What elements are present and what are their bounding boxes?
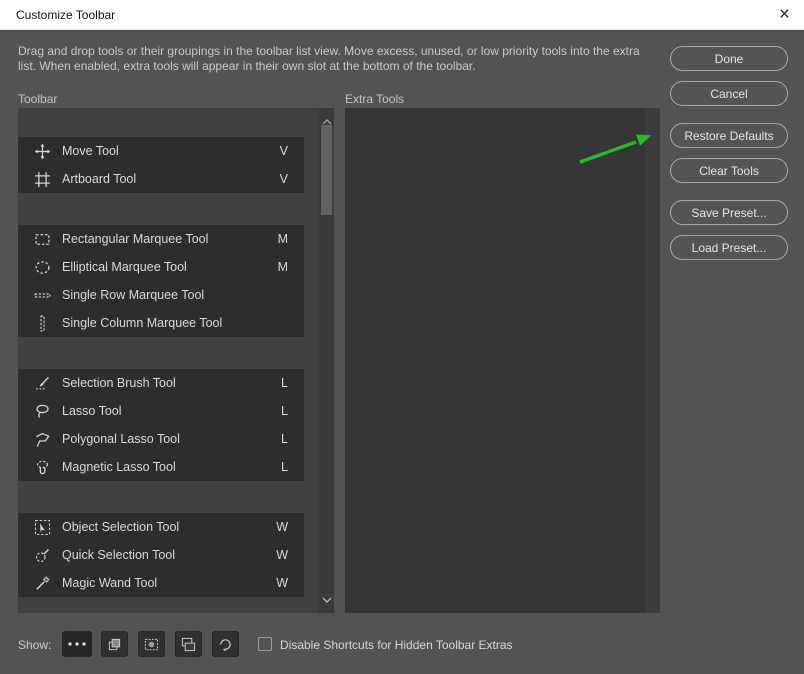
tool-group-move: Move Tool V Artboard Tool V bbox=[18, 137, 304, 193]
extra-tools-panel[interactable] bbox=[345, 108, 660, 613]
tool-row-polygonal-lasso[interactable]: Polygonal Lasso Tool L bbox=[18, 425, 304, 453]
scrollbar-thumb[interactable] bbox=[321, 125, 332, 215]
tool-group-selection: Object Selection Tool W Quick Selection … bbox=[18, 513, 304, 597]
tool-shortcut: M bbox=[277, 260, 288, 274]
clear-tools-button[interactable]: Clear Tools bbox=[670, 158, 788, 183]
extra-tools-scrollbar[interactable] bbox=[645, 108, 660, 613]
tool-row-single-column-marquee[interactable]: Single Column Marquee Tool bbox=[18, 309, 304, 337]
quick-mask-button[interactable] bbox=[138, 631, 165, 657]
color-swatches-button[interactable] bbox=[101, 631, 128, 657]
tool-shortcut: W bbox=[276, 520, 288, 534]
tool-label: Single Row Marquee Tool bbox=[62, 288, 205, 302]
object-selection-icon bbox=[34, 519, 51, 536]
screen-mode-button[interactable] bbox=[175, 631, 202, 657]
rotate-view-icon bbox=[220, 638, 231, 651]
tool-row-rectangular-marquee[interactable]: Rectangular Marquee Tool M bbox=[18, 225, 304, 253]
tool-label: Move Tool bbox=[62, 144, 119, 158]
save-preset-button[interactable]: Save Preset... bbox=[670, 200, 788, 225]
tool-label: Magnetic Lasso Tool bbox=[62, 460, 176, 474]
extra-tools-slot-button[interactable] bbox=[62, 631, 92, 657]
tool-row-magic-wand[interactable]: Magic Wand Tool W bbox=[18, 569, 304, 597]
tool-shortcut: M bbox=[277, 232, 288, 246]
toolbar-list-panel[interactable]: Move Tool V Artboard Tool V Rectangular … bbox=[18, 108, 334, 613]
rectangular-marquee-icon bbox=[34, 231, 51, 248]
polygonal-lasso-icon bbox=[34, 431, 51, 448]
extra-tools-panel-label: Extra Tools bbox=[345, 92, 405, 106]
artboard-tool-icon bbox=[34, 171, 51, 188]
tool-label: Quick Selection Tool bbox=[62, 548, 176, 562]
tool-label: Polygonal Lasso Tool bbox=[62, 432, 180, 446]
tool-shortcut: V bbox=[279, 144, 288, 158]
window-title: Customize Toolbar bbox=[16, 7, 116, 22]
tool-shortcut: W bbox=[276, 576, 288, 590]
tool-group-lasso: Selection Brush Tool L Lasso Tool L Poly… bbox=[18, 369, 304, 481]
rotate-view-button[interactable] bbox=[212, 631, 239, 657]
magnetic-lasso-icon bbox=[34, 459, 51, 476]
single-row-marquee-icon bbox=[34, 287, 51, 304]
tool-row-lasso[interactable]: Lasso Tool L bbox=[18, 397, 304, 425]
tool-label: Single Column Marquee Tool bbox=[62, 316, 223, 330]
toolbar-scrollbar[interactable] bbox=[319, 108, 334, 613]
elliptical-marquee-icon bbox=[34, 259, 51, 276]
scroll-down-icon[interactable] bbox=[321, 590, 332, 608]
done-button[interactable]: Done bbox=[670, 46, 788, 71]
toolbar-panel-label: Toolbar bbox=[18, 92, 58, 106]
tool-label: Object Selection Tool bbox=[62, 520, 180, 534]
tool-label: Rectangular Marquee Tool bbox=[62, 232, 209, 246]
tool-row-object-selection[interactable]: Object Selection Tool W bbox=[18, 513, 304, 541]
disable-shortcuts-checkbox[interactable] bbox=[258, 637, 272, 651]
dialog-description: Drag and drop tools or their groupings i… bbox=[18, 44, 640, 73]
lasso-icon bbox=[34, 403, 51, 420]
tool-row-single-row-marquee[interactable]: Single Row Marquee Tool bbox=[18, 281, 304, 309]
color-swatches-icon bbox=[108, 638, 121, 650]
tool-label: Artboard Tool bbox=[62, 172, 137, 186]
tool-shortcut: L bbox=[281, 404, 288, 418]
magic-wand-icon bbox=[34, 575, 51, 592]
close-icon[interactable]: × bbox=[779, 5, 790, 24]
ellipsis-icon bbox=[68, 642, 86, 646]
quick-mask-icon bbox=[144, 638, 159, 650]
tool-shortcut: V bbox=[279, 172, 288, 186]
tool-row-selection-brush[interactable]: Selection Brush Tool L bbox=[18, 369, 304, 397]
tool-label: Elliptical Marquee Tool bbox=[62, 260, 187, 274]
tool-row-elliptical-marquee[interactable]: Elliptical Marquee Tool M bbox=[18, 253, 304, 281]
tool-row-magnetic-lasso[interactable]: Magnetic Lasso Tool L bbox=[18, 453, 304, 481]
move-tool-icon bbox=[34, 143, 51, 160]
tool-row-quick-selection[interactable]: Quick Selection Tool W bbox=[18, 541, 304, 569]
single-column-marquee-icon bbox=[34, 314, 51, 332]
tool-shortcut: L bbox=[281, 460, 288, 474]
load-preset-button[interactable]: Load Preset... bbox=[670, 235, 788, 260]
quick-selection-icon bbox=[34, 547, 51, 564]
titlebar: Customize Toolbar × bbox=[0, 0, 804, 30]
tool-row-move[interactable]: Move Tool V bbox=[18, 137, 304, 165]
screen-mode-icon bbox=[181, 637, 196, 651]
tool-shortcut: L bbox=[281, 432, 288, 446]
disable-shortcuts-label: Disable Shortcuts for Hidden Toolbar Ext… bbox=[280, 638, 513, 652]
tool-label: Selection Brush Tool bbox=[62, 376, 176, 390]
tool-shortcut: W bbox=[276, 548, 288, 562]
cancel-button[interactable]: Cancel bbox=[670, 81, 788, 106]
tool-label: Lasso Tool bbox=[62, 404, 122, 418]
selection-brush-icon bbox=[34, 375, 51, 392]
tool-group-marquee: Rectangular Marquee Tool M Elliptical Ma… bbox=[18, 225, 304, 337]
restore-defaults-button[interactable]: Restore Defaults bbox=[670, 123, 788, 148]
tool-row-artboard[interactable]: Artboard Tool V bbox=[18, 165, 304, 193]
show-label: Show: bbox=[18, 638, 52, 652]
tool-label: Magic Wand Tool bbox=[62, 576, 158, 590]
tool-shortcut: L bbox=[281, 376, 288, 390]
